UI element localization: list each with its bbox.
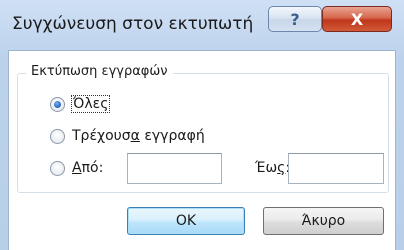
radio-button-current[interactable] xyxy=(50,128,65,144)
close-icon: X xyxy=(350,9,364,29)
radio-button-all[interactable] xyxy=(50,96,65,112)
help-button[interactable]: ? xyxy=(268,6,322,32)
radio-all-label: Όλες xyxy=(70,95,111,113)
radio-current-label: Τρέχουσα εγγραφή xyxy=(72,128,205,144)
radio-button-from[interactable] xyxy=(50,160,65,176)
close-button[interactable]: X xyxy=(322,6,392,32)
dialog-title: Συγχώνευση στον εκτυπωτή xyxy=(12,14,254,34)
radio-selected-dot xyxy=(54,100,61,108)
radio-all-records[interactable]: Όλες xyxy=(50,95,111,113)
to-record-input[interactable] xyxy=(288,153,384,184)
to-label: Έως: xyxy=(255,160,290,176)
merge-to-printer-dialog: Συγχώνευση στον εκτυπωτή ? X Εκτύπωση εγ… xyxy=(0,0,404,250)
radio-from-label: Από: xyxy=(72,160,104,176)
ok-button[interactable]: OK xyxy=(127,207,245,235)
radio-current-record[interactable]: Τρέχουσα εγγραφή xyxy=(50,128,205,144)
radio-from-range[interactable]: Από: xyxy=(50,160,103,176)
help-icon: ? xyxy=(290,9,300,29)
from-record-input[interactable] xyxy=(127,153,222,184)
group-legend: Εκτύπωση εγγραφών xyxy=(26,64,173,79)
cancel-button[interactable]: Άκυρο xyxy=(263,207,384,235)
